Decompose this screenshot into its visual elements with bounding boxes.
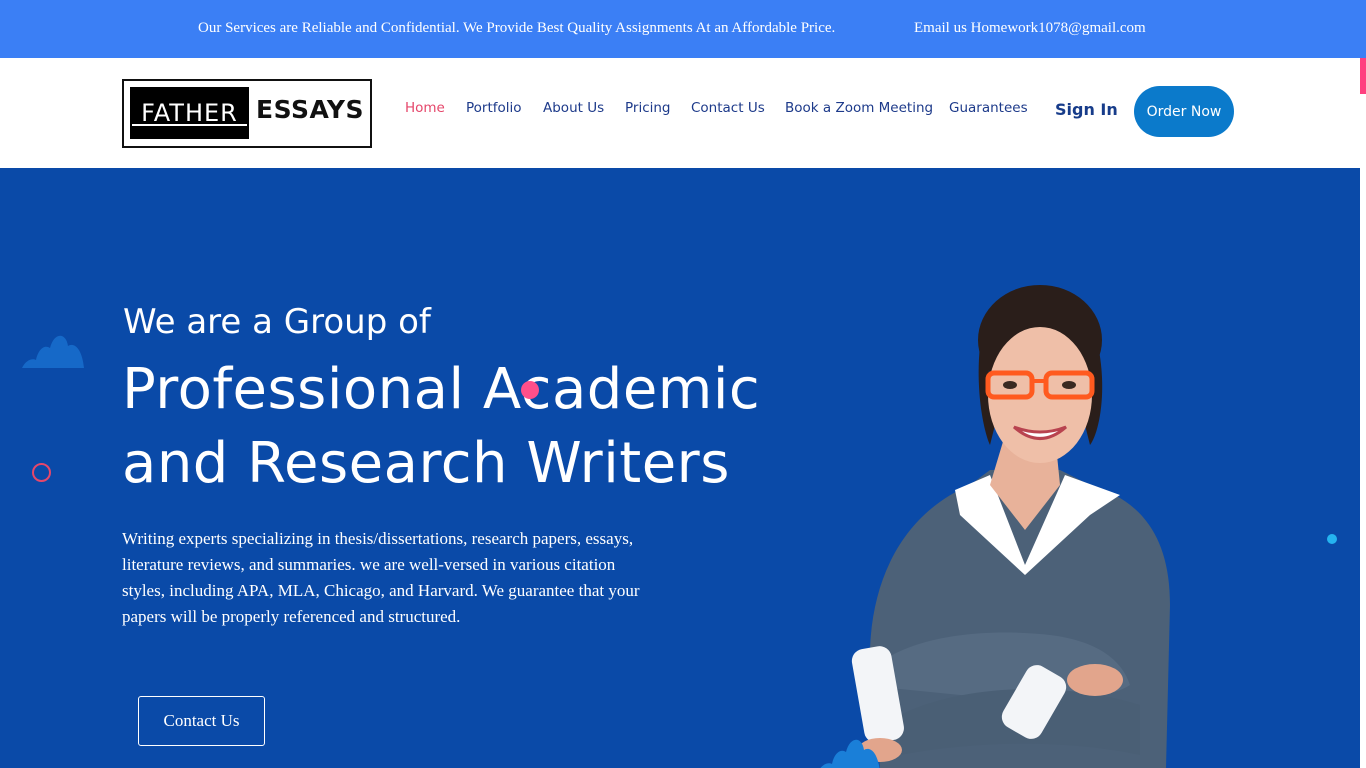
hero-subtitle: We are a Group of <box>123 302 431 342</box>
hero-title-line1: Professional Academic <box>122 357 761 422</box>
nav-portfolio[interactable]: Portfolio <box>466 100 522 116</box>
contact-us-button[interactable]: Contact Us <box>138 696 265 746</box>
cloud-decoration-icon <box>22 335 84 368</box>
order-now-button[interactable]: Order Now <box>1134 86 1234 137</box>
woman-portrait-image <box>851 285 1170 768</box>
logo-word-father: FATHER <box>130 87 249 139</box>
scrollbar[interactable] <box>1360 58 1366 768</box>
nav-about-us[interactable]: About Us <box>543 100 604 116</box>
logo-word-essays: ESSAYS <box>256 95 365 124</box>
ring-decoration-icon <box>32 463 51 482</box>
hero-title-line2: and Research Writers <box>122 431 730 496</box>
nav-pricing[interactable]: Pricing <box>625 100 671 116</box>
email-link[interactable]: Email us Homework1078@gmail.com <box>914 20 1146 37</box>
nav-guarantees[interactable]: Guarantees <box>949 100 1028 116</box>
sign-in-link[interactable]: Sign In <box>1055 100 1118 119</box>
dot-decoration-icon <box>1327 534 1337 544</box>
site-header: FATHER ESSAYS Home Portfolio About Us Pr… <box>0 58 1360 168</box>
nav-home[interactable]: Home <box>405 100 445 116</box>
announcement-text: Our Services are Reliable and Confidenti… <box>198 20 836 36</box>
top-announcement-bar: Our Services are Reliable and Confidenti… <box>0 0 1366 58</box>
site-logo[interactable]: FATHER ESSAYS <box>122 79 372 148</box>
nav-book-zoom-meeting[interactable]: Book a Zoom Meeting <box>785 100 933 116</box>
cloud-decoration-icon <box>820 739 880 768</box>
dot-decoration-icon <box>521 381 539 399</box>
scrollbar-thumb[interactable] <box>1360 58 1366 94</box>
hero-description: Writing experts specializing in thesis/d… <box>122 529 640 626</box>
nav-contact-us[interactable]: Contact Us <box>691 100 765 116</box>
